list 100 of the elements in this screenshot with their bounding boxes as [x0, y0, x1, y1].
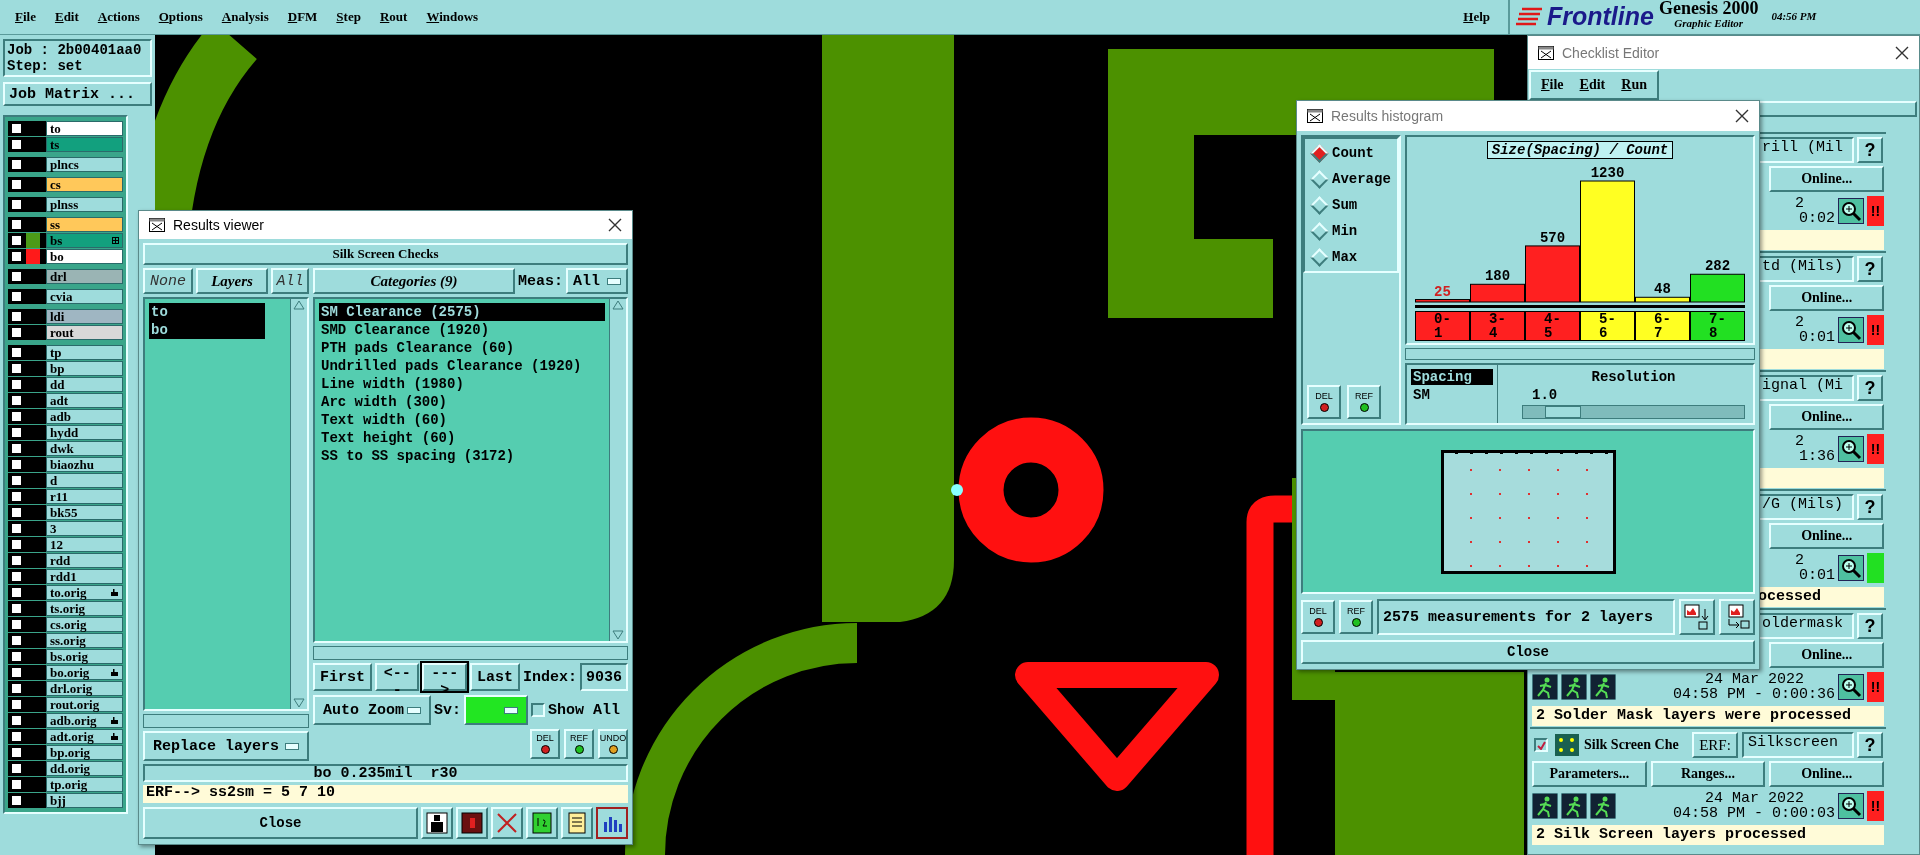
layer-name[interactable]: bjj: [46, 793, 123, 808]
menu-item[interactable]: Windows: [426, 9, 479, 25]
layer-name[interactable]: drl.orig: [46, 681, 123, 696]
check-action-button[interactable]: Online...: [1769, 761, 1884, 787]
layer-name[interactable]: 3: [46, 521, 123, 536]
layer-name[interactable]: r11: [46, 489, 123, 504]
erf-button[interactable]: ERF:: [1692, 732, 1738, 758]
mode-radio-option[interactable]: Sum: [1309, 195, 1393, 215]
layer-name[interactable]: dd: [46, 377, 123, 392]
layer-name[interactable]: cs: [46, 177, 123, 192]
help-button[interactable]: ?: [1857, 494, 1883, 520]
tool-button[interactable]: REF: [564, 729, 594, 759]
layer-name[interactable]: bk55: [46, 505, 123, 520]
erf-field[interactable]: Silkscreen: [1742, 732, 1854, 758]
layer-name[interactable]: bp: [46, 361, 123, 376]
menu-item[interactable]: File: [1541, 77, 1564, 93]
meas-dropdown[interactable]: All: [566, 268, 628, 294]
check-action-button[interactable]: Parameters...: [1532, 761, 1647, 787]
heading-button[interactable]: Silk Screen Checks: [143, 243, 628, 265]
job-matrix-button[interactable]: Job Matrix ...: [3, 82, 152, 106]
layer-name[interactable]: d: [46, 473, 123, 488]
layer-name[interactable]: bo: [46, 249, 123, 264]
layer-name[interactable]: 12: [46, 537, 123, 552]
category-list-item[interactable]: Text height (60): [319, 429, 605, 447]
help-button[interactable]: ?: [1857, 732, 1883, 758]
layer-name[interactable]: cvia: [46, 289, 123, 304]
menu-item[interactable]: Analysis: [221, 9, 269, 25]
index-field[interactable]: 9036: [580, 663, 628, 691]
layer-name[interactable]: bs.orig: [46, 649, 123, 664]
category-list-item[interactable]: SS to SS spacing (3172): [319, 447, 605, 465]
check-action-button[interactable]: Online...: [1769, 285, 1884, 311]
menu-item[interactable]: Actions: [97, 9, 140, 25]
close-button[interactable]: Close: [1301, 640, 1755, 664]
category-list-item[interactable]: Text width (60): [319, 411, 605, 429]
check-action-button[interactable]: Online...: [1769, 404, 1884, 430]
category-list-item[interactable]: Line width (1980): [319, 375, 605, 393]
categories-button[interactable]: Categories (9): [313, 268, 515, 294]
category-list-item[interactable]: SM Clearance (2575): [319, 303, 605, 321]
tool-button[interactable]: DEL: [1307, 385, 1341, 419]
layer-name[interactable]: dd.orig: [46, 761, 123, 776]
menu-item[interactable]: Run: [1621, 77, 1647, 93]
all-button[interactable]: All: [271, 268, 309, 294]
layer-name[interactable]: tp.orig: [46, 777, 123, 792]
layer-name[interactable]: adb: [46, 409, 123, 424]
layers-button[interactable]: Layers: [196, 268, 268, 294]
layer-list-item[interactable]: to: [149, 303, 265, 321]
menu-item[interactable]: Step: [336, 9, 361, 25]
layer-name[interactable]: rout.orig: [46, 697, 123, 712]
check-action-button[interactable]: Online...: [1769, 166, 1884, 192]
layer-name[interactable]: rout: [46, 325, 123, 340]
category-list-item[interactable]: SMD Clearance (1920): [319, 321, 605, 339]
last-button[interactable]: Last: [469, 663, 520, 691]
menu-item[interactable]: Rout: [379, 9, 408, 25]
check-action-button[interactable]: Online...: [1769, 642, 1884, 668]
check-action-button[interactable]: Ranges...: [1650, 761, 1766, 787]
layer-name[interactable]: to.orig: [46, 585, 123, 600]
first-button[interactable]: First: [313, 663, 372, 691]
layer-name[interactable]: bo.orig: [46, 665, 123, 680]
layer-name[interactable]: adt.orig: [46, 729, 123, 744]
close-button[interactable]: Close: [143, 807, 418, 839]
layer-name[interactable]: tp: [46, 345, 123, 360]
menu-item[interactable]: Edit: [54, 9, 79, 25]
none-button[interactable]: None: [143, 268, 193, 294]
layer-name[interactable]: dwk: [46, 441, 123, 456]
tool-button[interactable]: DEL: [530, 729, 560, 759]
category-list-item[interactable]: Undrilled pads Clearance (1920): [319, 357, 605, 375]
replace-layers-dropdown[interactable]: Replace layers: [143, 731, 309, 761]
previous-button[interactable]: <---: [375, 663, 420, 691]
layer-name[interactable]: adt: [46, 393, 123, 408]
tool-button[interactable]: REF: [1347, 385, 1381, 419]
mode-radio-option[interactable]: Average: [1309, 169, 1393, 189]
auto-zoom-dropdown[interactable]: Auto Zoom: [313, 695, 431, 725]
mode-radio-option[interactable]: Max: [1309, 247, 1393, 267]
category-list-item[interactable]: Arc width (300): [319, 393, 605, 411]
help-button[interactable]: ?: [1857, 137, 1883, 163]
layer-name[interactable]: ss.orig: [46, 633, 123, 648]
layer-name[interactable]: plncs: [46, 157, 123, 172]
layer-name[interactable]: biaozhu: [46, 457, 123, 472]
menu-item[interactable]: File: [15, 9, 36, 25]
layer-name[interactable]: ts.orig: [46, 601, 123, 616]
menu-item[interactable]: Edit: [1579, 77, 1606, 93]
help-button[interactable]: ?: [1857, 375, 1883, 401]
help-menu[interactable]: Help: [1463, 9, 1490, 25]
layer-name[interactable]: bs: [46, 233, 123, 248]
layer-name[interactable]: hydd: [46, 425, 123, 440]
layer-name[interactable]: rdd: [46, 553, 123, 568]
measure-list-item[interactable]: Spacing: [1411, 369, 1493, 385]
category-list-item[interactable]: PTH pads Clearance (60): [319, 339, 605, 357]
layer-name[interactable]: plnss: [46, 197, 123, 212]
layer-name[interactable]: rdd1: [46, 569, 123, 584]
tool-button[interactable]: DEL: [1301, 600, 1335, 634]
mode-radio-option[interactable]: Min: [1309, 221, 1393, 241]
layer-name[interactable]: ss: [46, 217, 123, 232]
tool-button[interactable]: REF: [1339, 600, 1373, 634]
layer-name[interactable]: cs.orig: [46, 617, 123, 632]
help-button[interactable]: ?: [1857, 256, 1883, 282]
mode-radio-option[interactable]: Count: [1309, 143, 1393, 163]
layer-name[interactable]: ldi: [46, 309, 123, 324]
layer-name[interactable]: ts: [46, 137, 123, 152]
layer-name[interactable]: bp.orig: [46, 745, 123, 760]
